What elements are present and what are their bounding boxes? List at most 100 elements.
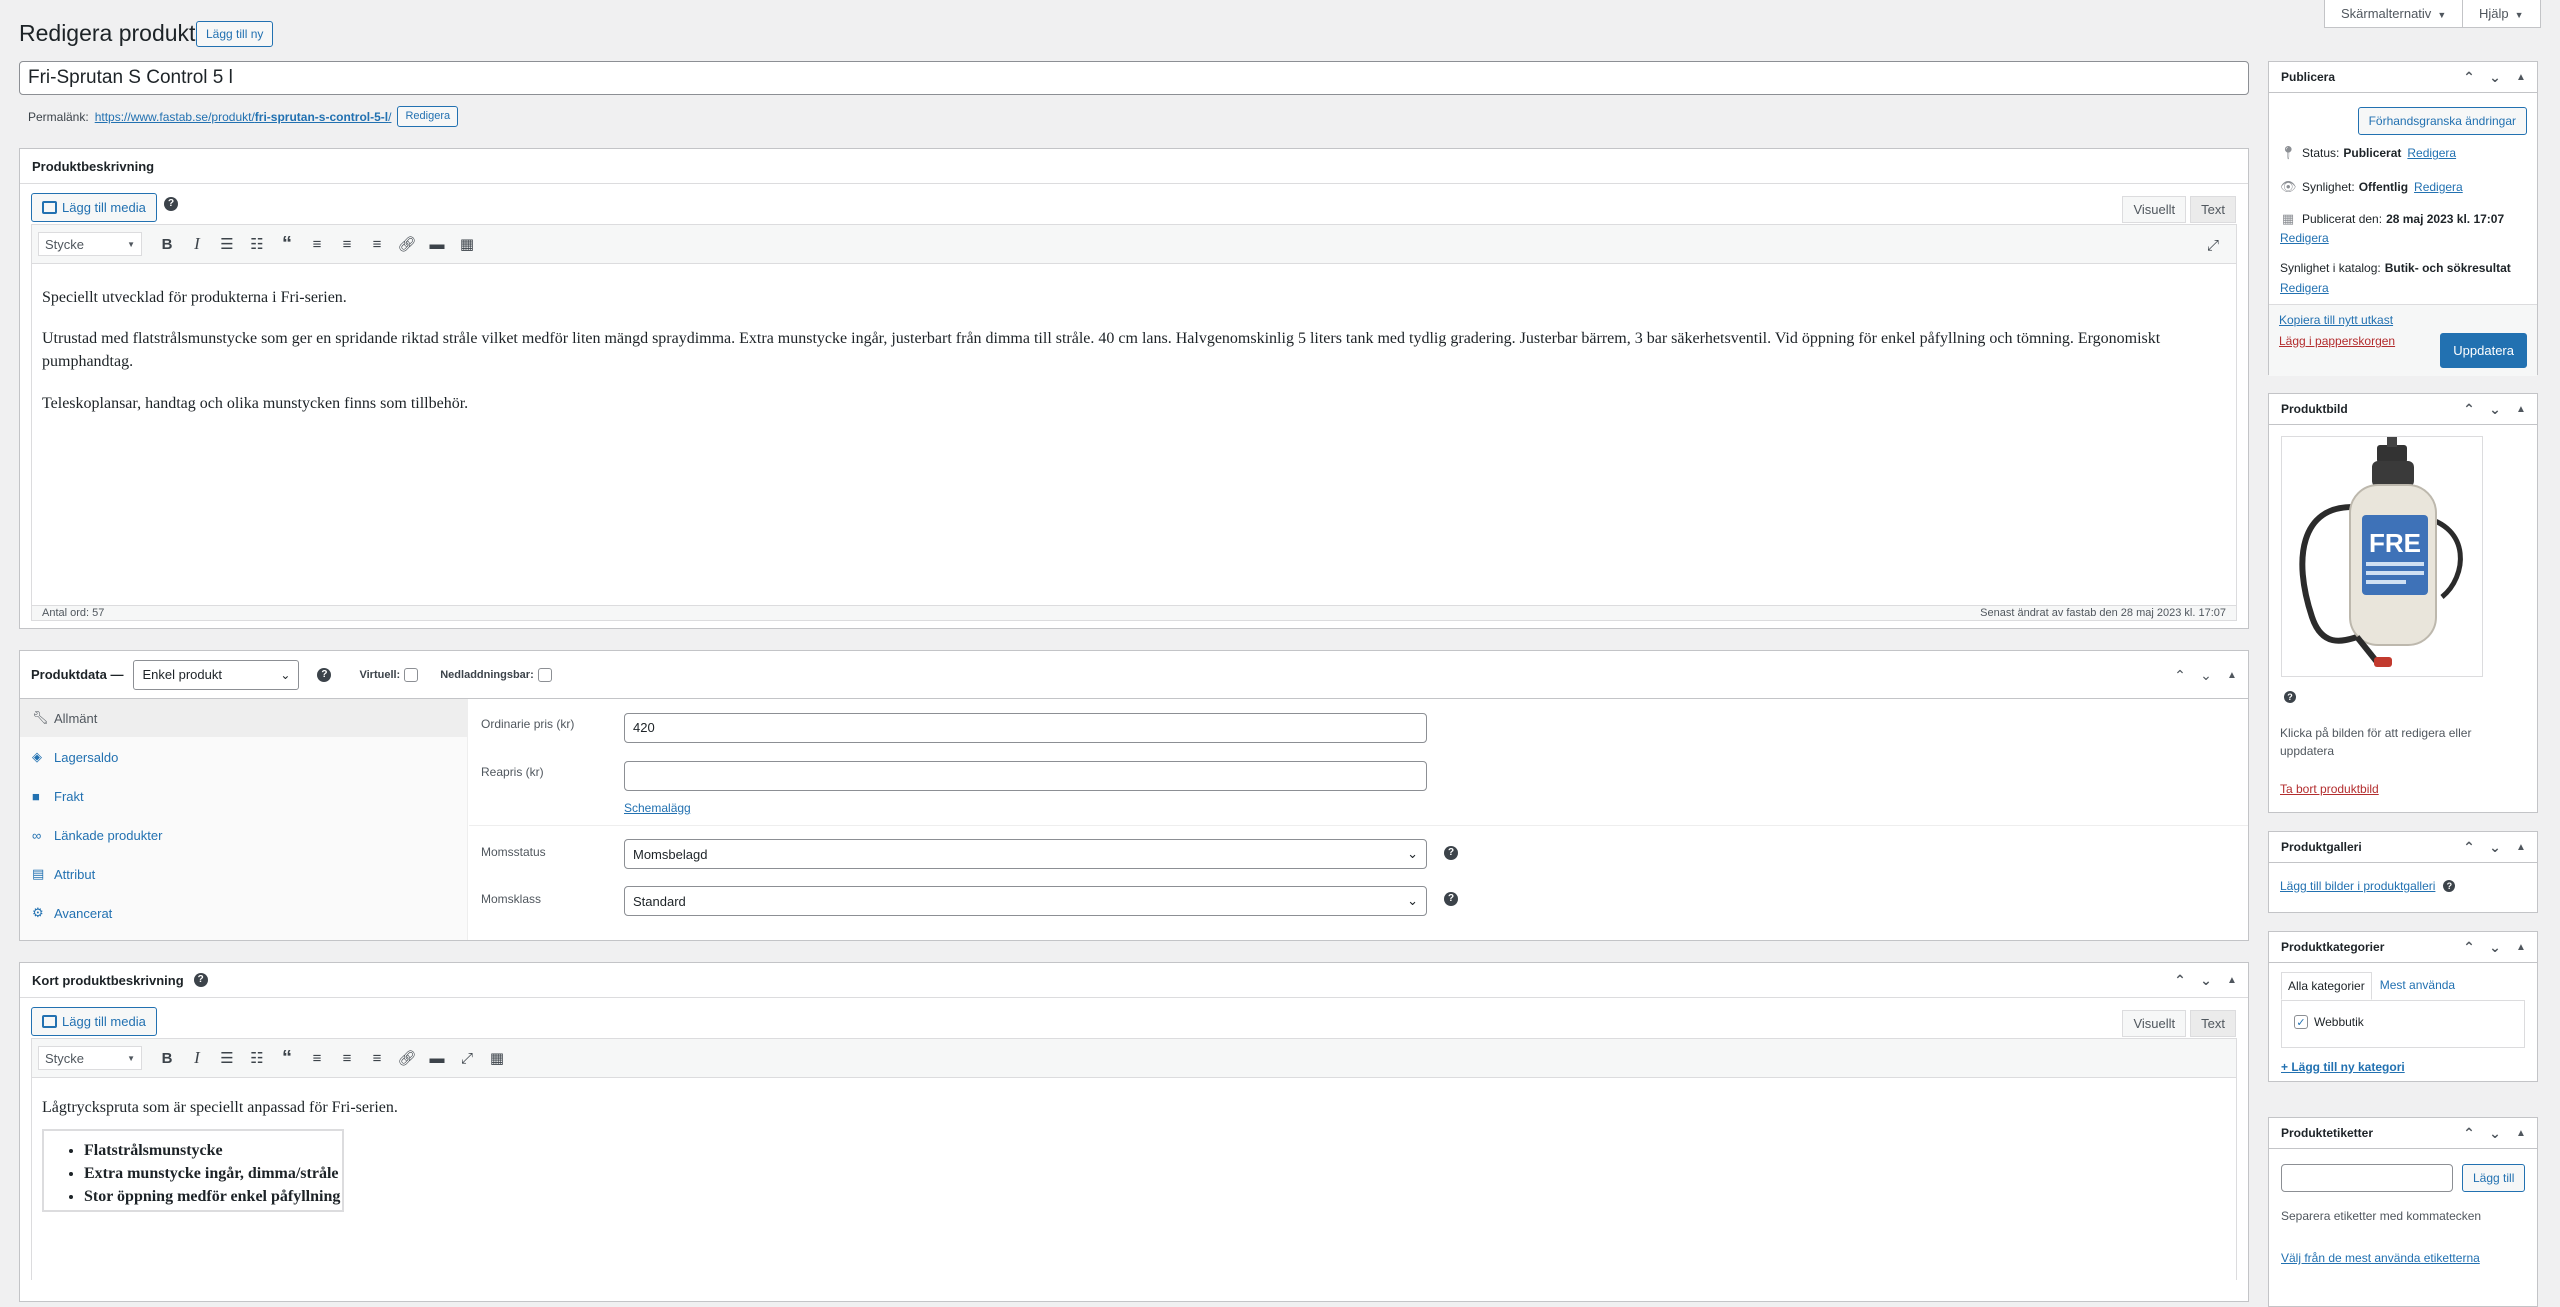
update-button[interactable]: Uppdatera <box>2440 333 2527 368</box>
add-gallery-images-link[interactable]: Lägg till bilder i produktgalleri <box>2280 879 2435 893</box>
help-icon[interactable]: ? <box>1444 892 1458 906</box>
fullscreen-icon[interactable]: ⤢ <box>454 1045 480 1071</box>
collapse-icon[interactable]: ▲ <box>2513 1128 2529 1139</box>
toolbar-toggle-icon[interactable]: ▦ <box>454 231 480 257</box>
add-media-button[interactable]: Lägg till media <box>31 193 157 222</box>
catalog-edit-link[interactable]: Redigera <box>2280 281 2329 295</box>
move-up-icon[interactable]: ⌃ <box>2172 972 2188 989</box>
tab-visual[interactable]: Visuellt <box>2122 1010 2187 1037</box>
move-down-icon[interactable]: ⌄ <box>2487 1125 2503 1142</box>
tab-attributes[interactable]: ▤ Attribut <box>20 855 467 894</box>
tab-linked-products[interactable]: ∞ Länkade produkter <box>20 816 467 855</box>
tab-most-used[interactable]: Mest använda <box>2372 972 2463 1000</box>
add-tag-button[interactable]: Lägg till <box>2462 1164 2526 1192</box>
italic-icon[interactable]: I <box>184 231 210 257</box>
link-icon[interactable]: 🔗︎ <box>394 1045 420 1071</box>
collapse-icon[interactable]: ▲ <box>2513 942 2529 953</box>
move-down-icon[interactable]: ⌄ <box>2487 839 2503 856</box>
visibility-edit-link[interactable]: Redigera <box>2414 180 2463 194</box>
tax-class-select[interactable]: Standard ⌄ <box>624 886 1427 916</box>
italic-icon[interactable]: I <box>184 1045 210 1071</box>
move-up-icon[interactable]: ⌃ <box>2461 939 2477 956</box>
description-content[interactable]: Speciellt utvecklad för produkterna i Fr… <box>31 264 2237 605</box>
virtual-checkbox[interactable] <box>404 667 419 682</box>
help-icon[interactable]: ? <box>193 973 208 987</box>
fullscreen-icon[interactable]: ⤢ <box>2200 232 2226 258</box>
help-icon[interactable]: ? <box>2284 691 2296 703</box>
collapse-icon[interactable]: ▲ <box>2224 670 2240 681</box>
move-up-icon[interactable]: ⌃ <box>2172 667 2188 684</box>
tab-general[interactable]: 🔧︎ Allmänt <box>20 699 467 738</box>
short-description-content[interactable]: Lågtryckspruta som är speciellt anpassad… <box>31 1078 2237 1280</box>
preview-changes-button[interactable]: Förhandsgranska ändringar <box>2357 107 2527 135</box>
help-icon[interactable]: ? <box>317 667 332 682</box>
help-icon[interactable]: ? <box>2443 880 2456 892</box>
add-new-button[interactable]: Lägg till ny <box>196 21 274 47</box>
tag-input[interactable] <box>2281 1164 2453 1192</box>
permalink-link[interactable]: https://www.fastab.se/produkt/fri-spruta… <box>95 110 392 124</box>
format-select[interactable]: Stycke ▼ <box>38 1046 142 1070</box>
help-icon[interactable]: ? <box>1444 846 1458 860</box>
move-down-icon[interactable]: ⌄ <box>2198 972 2214 989</box>
move-down-icon[interactable]: ⌄ <box>2487 69 2503 86</box>
bold-icon[interactable]: B <box>154 231 180 257</box>
align-center-icon[interactable]: ≡ <box>334 231 360 257</box>
tab-shipping[interactable]: ■ Frakt <box>20 777 467 816</box>
tab-text[interactable]: Text <box>2190 1010 2236 1037</box>
product-title-input[interactable]: Fri-Sprutan S Control 5 l <box>19 61 2249 95</box>
format-select[interactable]: Stycke ▼ <box>38 232 142 256</box>
schedule-link[interactable]: Schemalägg <box>624 801 691 815</box>
collapse-icon[interactable]: ▲ <box>2513 842 2529 853</box>
remove-image-link[interactable]: Ta bort produktbild <box>2280 782 2379 796</box>
trash-link[interactable]: Lägg i papperskorgen <box>2279 334 2395 348</box>
toolbar-toggle-icon[interactable]: ▦ <box>484 1045 510 1071</box>
move-down-icon[interactable]: ⌄ <box>2487 939 2503 956</box>
move-down-icon[interactable]: ⌄ <box>2198 667 2214 684</box>
blockquote-icon[interactable]: “ <box>274 1045 300 1071</box>
tab-advanced[interactable]: ⚙ Avancerat <box>20 894 467 933</box>
collapse-icon[interactable]: ▲ <box>2224 975 2240 986</box>
sale-price-input[interactable] <box>624 761 1427 791</box>
move-up-icon[interactable]: ⌃ <box>2461 1125 2477 1142</box>
collapse-icon[interactable]: ▲ <box>2513 72 2529 83</box>
collapse-icon[interactable]: ▲ <box>2513 404 2529 415</box>
choose-tags-link[interactable]: Välj från de mest använda etiketterna <box>2281 1251 2480 1265</box>
numbered-list-icon[interactable]: ☷ <box>244 1045 270 1071</box>
blockquote-icon[interactable]: “ <box>274 231 300 257</box>
tab-inventory[interactable]: ◈ Lagersaldo <box>20 738 467 777</box>
permalink-edit-button[interactable]: Redigera <box>397 106 459 127</box>
align-right-icon[interactable]: ≡ <box>364 231 390 257</box>
bullet-list-icon[interactable]: ☰ <box>214 231 240 257</box>
align-left-icon[interactable]: ≡ <box>304 1045 330 1071</box>
product-type-select[interactable]: Enkel produkt ⌄ <box>133 659 300 690</box>
help-button[interactable]: Hjälp ▼ <box>2462 0 2541 28</box>
status-edit-link[interactable]: Redigera <box>2407 146 2456 160</box>
read-more-icon[interactable]: ▬ <box>424 1045 450 1071</box>
read-more-icon[interactable]: ▬ <box>424 231 450 257</box>
webbutik-checkbox[interactable]: ✓ <box>2294 1015 2308 1029</box>
move-up-icon[interactable]: ⌃ <box>2461 839 2477 856</box>
align-center-icon[interactable]: ≡ <box>334 1045 360 1071</box>
tab-visual[interactable]: Visuellt <box>2122 196 2187 223</box>
tab-text[interactable]: Text <box>2190 196 2236 223</box>
downloadable-checkbox[interactable] <box>537 667 552 682</box>
help-icon[interactable]: ? <box>164 196 178 211</box>
numbered-list-icon[interactable]: ☷ <box>244 231 270 257</box>
published-edit-link[interactable]: Redigera <box>2280 231 2329 245</box>
move-up-icon[interactable]: ⌃ <box>2461 401 2477 418</box>
move-up-icon[interactable]: ⌃ <box>2461 69 2477 86</box>
screen-options-button[interactable]: Skärmalternativ ▼ <box>2324 0 2464 28</box>
add-media-button[interactable]: Lägg till media <box>31 1007 157 1036</box>
link-icon[interactable]: 🔗︎ <box>394 231 420 257</box>
tab-all-categories[interactable]: Alla kategorier <box>2281 972 2372 1000</box>
copy-draft-link[interactable]: Kopiera till nytt utkast <box>2279 313 2393 327</box>
align-right-icon[interactable]: ≡ <box>364 1045 390 1071</box>
align-left-icon[interactable]: ≡ <box>304 231 330 257</box>
add-category-link[interactable]: + Lägg till ny kategori <box>2281 1060 2405 1074</box>
tax-status-select[interactable]: Momsbelagd ⌄ <box>624 839 1427 869</box>
product-image[interactable]: FRE <box>2281 436 2483 677</box>
move-down-icon[interactable]: ⌄ <box>2487 401 2503 418</box>
bold-icon[interactable]: B <box>154 1045 180 1071</box>
bullet-list-icon[interactable]: ☰ <box>214 1045 240 1071</box>
regular-price-input[interactable]: 420 <box>624 713 1427 743</box>
